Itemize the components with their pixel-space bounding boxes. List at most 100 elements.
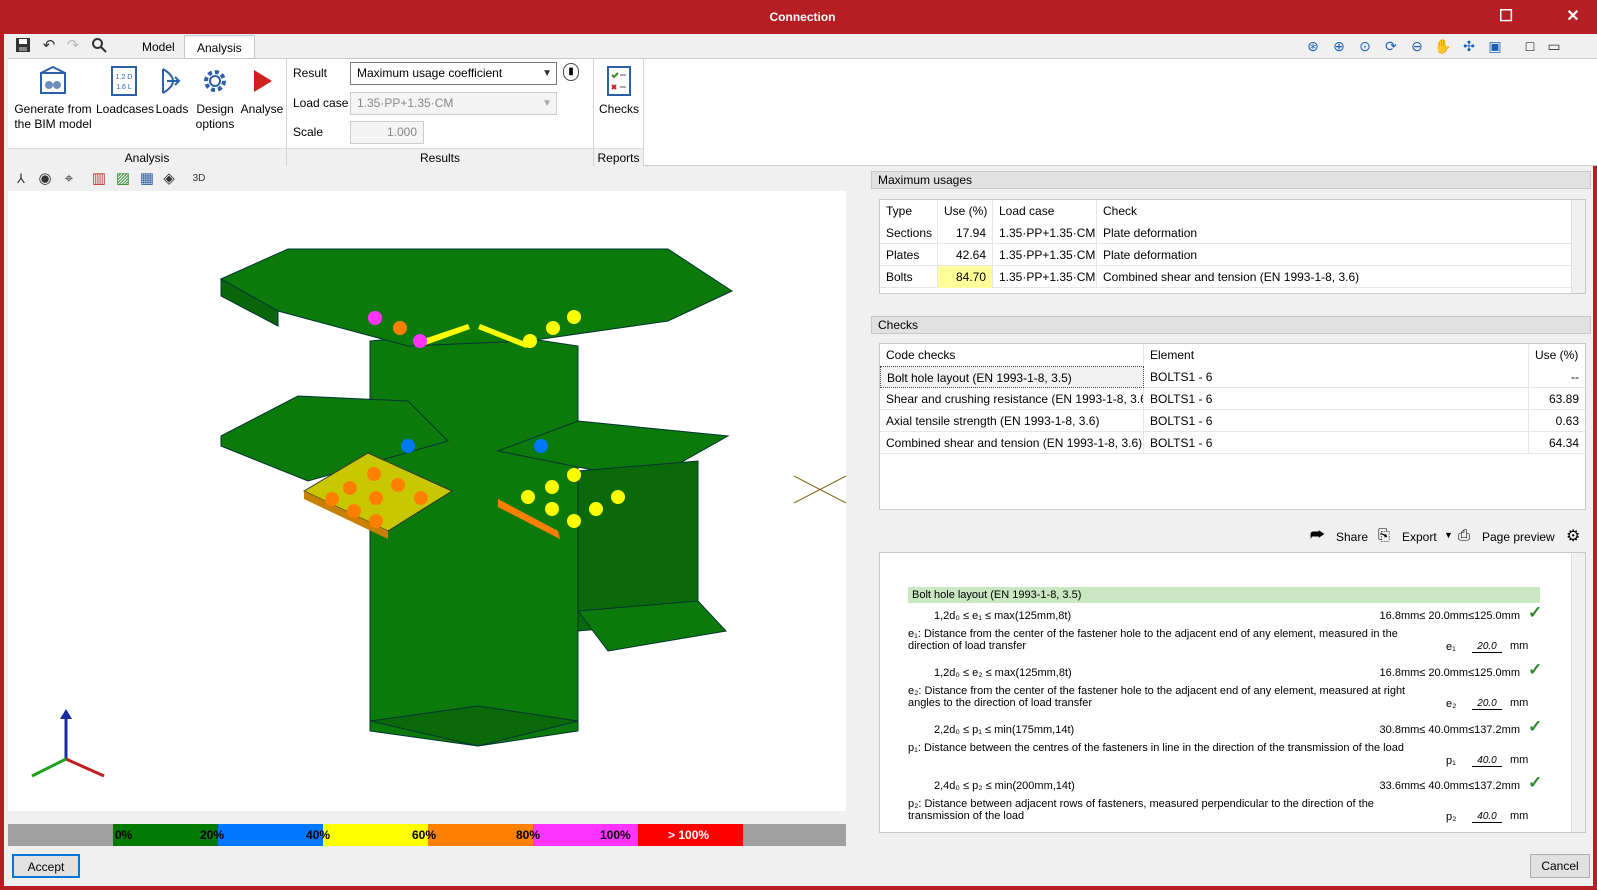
tab-analysis[interactable]: Analysis: [184, 35, 255, 59]
maximize-icon[interactable]: ☐: [1484, 0, 1528, 34]
title-bar: Connection ☐ ✕: [4, 0, 1597, 34]
cell: 42.64: [938, 244, 993, 266]
legend-label: 40%: [306, 828, 331, 842]
zoom-all-icon[interactable]: ⊛: [1303, 36, 1323, 56]
cell: 17.94: [938, 222, 993, 244]
col-use[interactable]: Use (%): [1529, 344, 1585, 366]
value: 20.0: [1472, 641, 1502, 653]
table-row[interactable]: Bolt hole layout (EN 1993-1-8, 3.5) BOLT…: [880, 366, 1585, 388]
comment-icon[interactable]: ▭: [1544, 36, 1564, 56]
col-use[interactable]: Use (%): [938, 200, 993, 222]
page-preview-button[interactable]: Page preview: [1482, 530, 1555, 544]
description: p₂: Distance between adjacent rows of fa…: [908, 798, 1374, 822]
highlight-cell: 84.70: [938, 266, 993, 288]
printer-icon[interactable]: ⎙: [1458, 527, 1470, 544]
table-row[interactable]: Sections 17.94 1.35·PP+1.35·CM Plate def…: [880, 222, 1572, 244]
cell: 1.35·PP+1.35·CM: [993, 266, 1097, 288]
tab-model[interactable]: Model: [130, 35, 187, 59]
table-row[interactable]: Axial tensile strength (EN 1993-1-8, 3.6…: [880, 410, 1585, 432]
scrollbar[interactable]: [1571, 200, 1585, 293]
result-value: 30.8mm≤ 40.0mm≤137.2mm: [1379, 724, 1520, 736]
grid-icon[interactable]: ▦: [138, 170, 156, 188]
zoom-out-icon[interactable]: ⊖: [1407, 36, 1427, 56]
zoom-icon[interactable]: ⊙: [1355, 36, 1375, 56]
report-view: Bolt hole layout (EN 1993-1-8, 3.5) 1,2d…: [879, 552, 1586, 833]
formula: 2,4d₀ ≤ p₂ ≤ min(200mm,14t): [934, 780, 1075, 792]
play-icon: [244, 63, 280, 99]
undo-icon[interactable]: ↶: [40, 37, 58, 55]
scale-input[interactable]: 1.000: [350, 121, 424, 144]
mouse-icon[interactable]: ▮: [563, 63, 579, 81]
cell: Plates: [880, 244, 938, 266]
col-type[interactable]: Type: [880, 200, 938, 222]
unit: mm: [1510, 640, 1529, 652]
col-check[interactable]: Check: [1097, 200, 1572, 222]
rotate-icon[interactable]: ⟳: [1381, 36, 1401, 56]
table-header: Type Use (%) Load case Check: [880, 200, 1572, 222]
accept-button[interactable]: Accept: [12, 854, 80, 878]
pan-hand-icon[interactable]: ✋: [1433, 36, 1453, 56]
formula: 1,2d₀ ≤ e₂ ≤ max(125mm,8t): [934, 667, 1072, 679]
symbol: e₁: [1446, 641, 1456, 653]
generate-from-bim-button[interactable]: Generate from the BIM model: [10, 63, 96, 132]
scale-label: Scale: [293, 125, 324, 139]
checks-button[interactable]: Checks: [596, 63, 642, 117]
axes-icon[interactable]: ⅄: [12, 170, 30, 188]
save-icon[interactable]: [14, 37, 32, 55]
share-button[interactable]: Share: [1336, 530, 1368, 544]
table-row[interactable]: Combined shear and tension (EN 1993-1-8,…: [880, 432, 1585, 454]
result-select[interactable]: Maximum usage coefficient ▼: [350, 62, 557, 85]
legend-label: 0%: [115, 828, 133, 842]
visibility-eye-icon[interactable]: ◈: [160, 170, 178, 188]
bim-model-icon: [35, 63, 71, 99]
zoom-window-icon[interactable]: ⊕: [1329, 36, 1349, 56]
check-icon: ✓: [1528, 717, 1543, 736]
cell: Plate deformation: [1103, 226, 1198, 240]
redo-icon[interactable]: ↷: [64, 37, 82, 55]
cancel-button[interactable]: Cancel: [1530, 854, 1590, 878]
loads-button[interactable]: Loads: [152, 63, 192, 117]
3d-viewport[interactable]: [8, 191, 847, 811]
export-icon[interactable]: ⎘: [1378, 527, 1390, 544]
col-code-checks[interactable]: Code checks: [880, 344, 1144, 366]
layers-icon[interactable]: ◉: [36, 170, 54, 188]
table-row[interactable]: Plates 42.64 1.35·PP+1.35·CM Plate defor…: [880, 244, 1572, 266]
svg-text:1.2 D: 1.2 D: [116, 74, 133, 81]
close-icon[interactable]: ✕: [1551, 0, 1595, 34]
table-row[interactable]: Shear and crushing resistance (EN 1993-1…: [880, 388, 1585, 410]
scrollbar[interactable]: [1571, 553, 1585, 832]
col-element[interactable]: Element: [1144, 344, 1529, 366]
view-toolbar: ⅄ ◉ ⌖ ▥ ▨ ▦ ◈ 3D: [8, 167, 846, 191]
symbol: p₁: [1446, 755, 1456, 767]
fullscreen-icon[interactable]: □: [1520, 36, 1540, 56]
export-button[interactable]: Export: [1402, 530, 1437, 544]
cell: Plate deformation: [1103, 248, 1198, 262]
col-loadcase[interactable]: Load case: [993, 200, 1097, 222]
section-icon[interactable]: ▥: [90, 170, 108, 188]
description: e₁: Distance from the center of the fast…: [908, 628, 1398, 652]
max-usages-table: Type Use (%) Load case Check Sections 17…: [879, 199, 1586, 294]
result-label: Result: [293, 66, 328, 80]
gear-icon[interactable]: ⚙: [1566, 526, 1580, 546]
design-options-button[interactable]: Design options: [192, 63, 238, 132]
cell: --: [1571, 370, 1579, 384]
mesh-icon[interactable]: ▨: [114, 170, 132, 188]
share-icon[interactable]: ⮫: [1310, 527, 1325, 545]
reports-group: Checks Reports: [594, 59, 644, 166]
orbit-icon[interactable]: ✣: [1459, 36, 1479, 56]
view-icon[interactable]: ▣: [1485, 36, 1505, 56]
loadcase-select[interactable]: 1.35·PP+1.35·CM ▼: [350, 92, 557, 115]
search-icon[interactable]: [90, 37, 108, 55]
cell: 63.89: [1548, 392, 1579, 406]
cell: 1.35·PP+1.35·CM: [993, 222, 1097, 244]
cell: BOLTS1 - 6: [1144, 366, 1529, 388]
value: 40.0: [1472, 755, 1502, 767]
loadcases-icon: 1.2 D 1.6 L: [106, 63, 142, 99]
generate-label-2: the BIM model: [14, 117, 92, 131]
analyse-button[interactable]: Analyse: [238, 63, 286, 117]
table-row[interactable]: Bolts 84.70 1.35·PP+1.35·CM Combined she…: [880, 266, 1572, 288]
3d-view-icon[interactable]: 3D: [190, 170, 208, 188]
rotate-view-icon[interactable]: ⌖: [60, 170, 78, 188]
connection-window: Connection ☐ ✕ ↶ ↷ ⊛ ⊕ ⊙ ⟳ ⊖ ✋ ✣ ▣ □ ▭ M…: [0, 0, 1597, 890]
loadcases-button[interactable]: 1.2 D 1.6 L Loadcases: [96, 63, 154, 117]
